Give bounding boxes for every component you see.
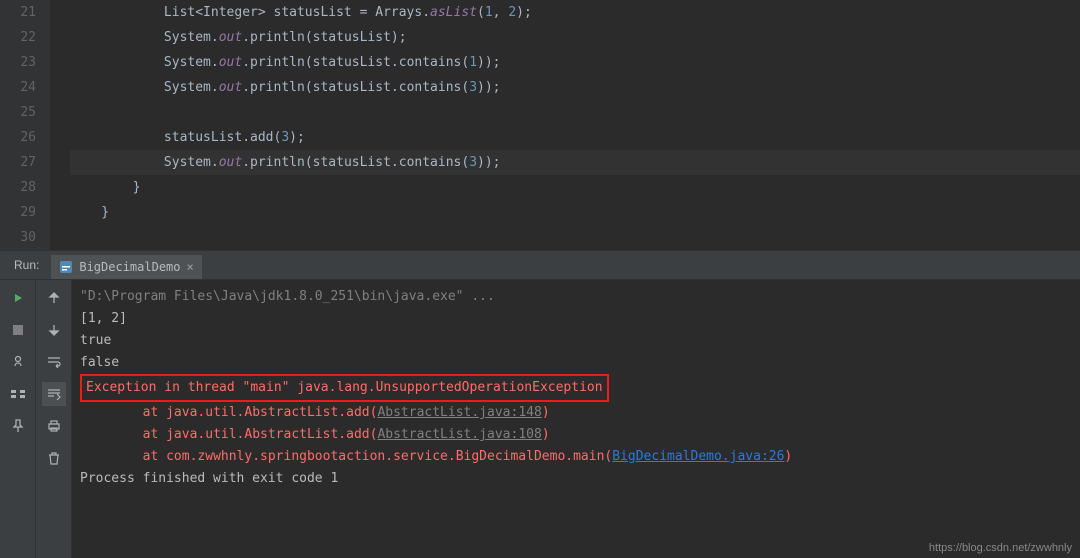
application-icon — [59, 260, 73, 274]
run-panel: "D:\Program Files\Java\jdk1.8.0_251\bin\… — [0, 280, 1080, 558]
stop-button[interactable] — [6, 318, 30, 342]
console-line: false — [80, 352, 1080, 374]
line-number: 30 — [0, 225, 36, 250]
code-line-current: System.out.println(statusList.contains(3… — [70, 150, 1080, 175]
code-line: System.out.println(statusList.contains(1… — [70, 50, 1080, 75]
console-exception-highlight: Exception in thread "main" java.lang.Uns… — [80, 374, 1080, 402]
code-line: System.out.println(statusList); — [70, 25, 1080, 50]
line-number-gutter: 21 22 23 24 25 26 27 28 29 30 — [0, 0, 50, 250]
layout-button[interactable] — [6, 382, 30, 406]
console-line: true — [80, 330, 1080, 352]
down-stack-button[interactable] — [42, 318, 66, 342]
line-number: 26 — [0, 125, 36, 150]
code-line — [70, 100, 1080, 125]
scroll-to-end-button[interactable] — [42, 382, 66, 406]
console-line: at java.util.AbstractList.add(AbstractLi… — [80, 424, 1080, 446]
line-number: 22 — [0, 25, 36, 50]
source-link[interactable]: AbstractList.java:148 — [377, 405, 541, 420]
soft-wrap-button[interactable] — [42, 350, 66, 374]
console-line: at java.util.AbstractList.add(AbstractLi… — [80, 402, 1080, 424]
source-link[interactable]: AbstractList.java:108 — [377, 427, 541, 442]
code-line: } — [70, 175, 1080, 200]
run-label: Run: — [0, 258, 51, 272]
line-number: 21 — [0, 0, 36, 25]
code-line: System.out.println(statusList.contains(3… — [70, 75, 1080, 100]
rerun-button[interactable] — [6, 286, 30, 310]
code-line — [70, 225, 1080, 250]
line-number: 29 — [0, 200, 36, 225]
line-number: 25 — [0, 100, 36, 125]
console-line: at com.zwwhnly.springbootaction.service.… — [80, 446, 1080, 468]
console-line: Process finished with exit code 1 — [80, 468, 1080, 490]
dump-threads-button[interactable] — [6, 350, 30, 374]
run-config-tab[interactable]: BigDecimalDemo × — [51, 255, 201, 279]
source-link[interactable]: BigDecimalDemo.java:26 — [612, 449, 784, 464]
print-button[interactable] — [42, 414, 66, 438]
console-line: "D:\Program Files\Java\jdk1.8.0_251\bin\… — [80, 286, 1080, 308]
console-output[interactable]: "D:\Program Files\Java\jdk1.8.0_251\bin\… — [72, 280, 1080, 558]
code-content[interactable]: List<Integer> statusList = Arrays.asList… — [50, 0, 1080, 250]
run-tab-label: BigDecimalDemo — [79, 260, 180, 274]
line-number: 27 — [0, 150, 36, 175]
run-panel-header: Run: BigDecimalDemo × — [0, 250, 1080, 280]
code-line: statusList.add(3); — [70, 125, 1080, 150]
console-line: [1, 2] — [80, 308, 1080, 330]
close-icon[interactable]: × — [187, 260, 194, 274]
pin-button[interactable] — [6, 414, 30, 438]
run-toolbar-left — [0, 280, 36, 558]
watermark: https://blog.csdn.net/zwwhnly — [929, 542, 1072, 554]
clear-all-button[interactable] — [42, 446, 66, 470]
up-stack-button[interactable] — [42, 286, 66, 310]
code-editor[interactable]: 21 22 23 24 25 26 27 28 29 30 List<Integ… — [0, 0, 1080, 250]
line-number: 28 — [0, 175, 36, 200]
run-toolbar-right — [36, 280, 72, 558]
line-number: 24 — [0, 75, 36, 100]
code-line: } — [70, 200, 1080, 225]
code-line: List<Integer> statusList = Arrays.asList… — [70, 0, 1080, 25]
line-number: 23 — [0, 50, 36, 75]
